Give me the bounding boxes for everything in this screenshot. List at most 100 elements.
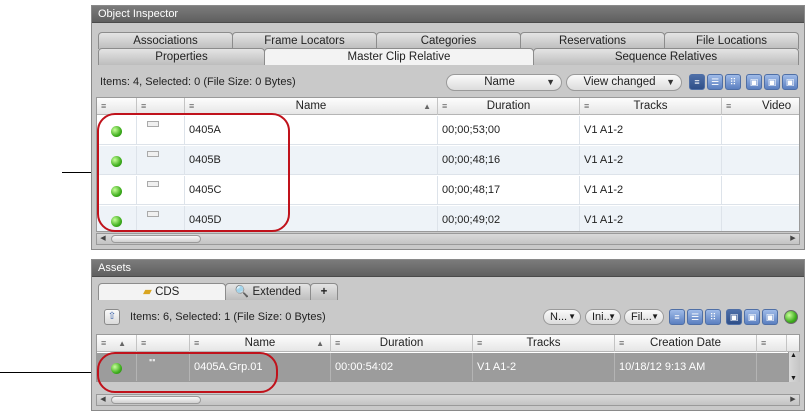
status-dot-icon — [111, 186, 122, 197]
scroll-right-icon[interactable]: ▶ — [788, 395, 798, 405]
row-name: 0405A.Grp.01 — [190, 353, 331, 381]
tab-master-clip-relative[interactable]: Master Clip Relative — [264, 48, 534, 65]
clip-icon-cell — [137, 206, 185, 231]
grid-view-icon[interactable]: ⠿ — [705, 309, 721, 325]
detail-view-icon[interactable]: ☰ — [687, 309, 703, 325]
sort-up-icon: ▲ — [118, 339, 126, 348]
status-cell — [97, 206, 137, 231]
up-arrow-icon[interactable]: ⇧ — [104, 309, 120, 325]
row-tracks: V1 A1-2 — [580, 176, 722, 204]
row-creation-date: 10/18/12 9:13 AM — [615, 353, 757, 381]
scroll-left-icon[interactable]: ◀ — [98, 234, 108, 244]
clip-icon — [147, 121, 159, 127]
tab-properties[interactable]: Properties — [98, 48, 265, 65]
row-name: 0405A — [185, 116, 438, 144]
sort-up-icon: ▲ — [423, 102, 431, 111]
list-view-icon[interactable]: ≡ — [669, 309, 685, 325]
window-view-alt-icon[interactable]: ▣ — [764, 74, 780, 90]
column-header-duration[interactable]: ≡ Duration — [438, 98, 580, 115]
assets-toolbar: ⇧ Items: 6, Selected: 1 (File Size: 0 By… — [96, 304, 800, 330]
folder-icon: ▰ — [143, 286, 152, 298]
column-menu-1[interactable]: ≡ ▲ — [97, 335, 137, 352]
column-header-duration[interactable]: ≡ Duration — [331, 335, 473, 352]
table-row[interactable]: 0405D 00;00;49;02 V1 A1-2 — [97, 206, 799, 231]
menu-icon: ≡ — [141, 338, 147, 348]
filter-dropdown-ini[interactable]: Ini... ▼ — [585, 309, 621, 325]
menu-icon: ≡ — [101, 338, 107, 348]
tab-file-locations[interactable]: File Locations — [664, 32, 799, 49]
clip-icon-cell — [137, 146, 185, 174]
column-header-tracks[interactable]: ≡ Tracks — [473, 335, 615, 352]
clip-icon — [147, 151, 159, 157]
tab-cds-label: CDS — [155, 286, 180, 298]
column-menu-extra[interactable]: ≡ — [757, 335, 787, 352]
window-view-alt-icon[interactable]: ▣ — [744, 309, 760, 325]
tab-reservations[interactable]: Reservations — [520, 32, 665, 49]
chevron-down-icon: ▼ — [651, 312, 659, 321]
clip-icon — [147, 181, 159, 187]
tab-frame-locators[interactable]: Frame Locators — [232, 32, 377, 49]
clip-icon — [147, 211, 159, 217]
row-name: 0405C — [185, 176, 438, 204]
tab-extended[interactable]: 🔍 Extended — [225, 283, 311, 300]
row-tracks: V1 A1-2 — [473, 353, 615, 381]
detail-view-icon[interactable]: ☰ — [707, 74, 723, 90]
table-row[interactable]: 0405B 00;00;48;16 V1 A1-2 — [97, 146, 799, 175]
scroll-right-icon[interactable]: ▶ — [788, 234, 798, 244]
scroll-down-icon[interactable]: ▼ — [790, 375, 797, 382]
column-header-tracks[interactable]: ≡ Tracks — [580, 98, 722, 115]
list-view-icon[interactable]: ≡ — [689, 74, 705, 90]
row-duration: 00;00;53;00 — [438, 116, 580, 144]
assets-vertical-scrollbar[interactable]: ▲ ▼ — [788, 352, 800, 382]
add-tab-button[interactable]: + — [310, 283, 338, 300]
column-menu-1[interactable]: ≡ — [97, 98, 137, 115]
window-view-small-icon[interactable]: ▣ — [782, 74, 798, 90]
grid-view-icon[interactable]: ⠿ — [725, 74, 741, 90]
scroll-up-icon[interactable]: ▲ — [790, 352, 797, 359]
row-tracks: V1 A1-2 — [580, 206, 722, 231]
group-icon-cell: ▪▪ — [137, 353, 190, 381]
column-header-creation-date[interactable]: ≡ Creation Date — [615, 335, 757, 352]
column-video-label: Video — [762, 100, 792, 112]
window-view-icon[interactable]: ▣ — [746, 74, 762, 90]
window-view-icon[interactable]: ▣ — [726, 309, 742, 325]
tab-row-front: Properties Master Clip Relative Sequence… — [98, 48, 799, 65]
status-dot-icon — [111, 363, 122, 374]
table-row[interactable]: 0405A 00;00;53;00 V1 A1-2 — [97, 116, 799, 145]
sort-dropdown[interactable]: Name ▼ — [446, 73, 562, 91]
filter-name-value: N... — [550, 311, 568, 323]
table-row[interactable]: 0405C 00;00;48;17 V1 A1-2 — [97, 176, 799, 205]
tab-categories[interactable]: Categories — [376, 32, 521, 49]
object-inspector-title: Object Inspector — [92, 6, 804, 23]
assets-table: ≡ ▲ ≡ ≡ Name ▲ ≡ Duration ≡ Tracks ≡ Crea… — [96, 334, 800, 382]
scroll-left-icon[interactable]: ◀ — [98, 395, 108, 405]
tab-associations[interactable]: Associations — [98, 32, 233, 49]
assets-table-header: ≡ ▲ ≡ ≡ Name ▲ ≡ Duration ≡ Tracks ≡ Crea… — [97, 335, 799, 352]
column-header-video[interactable]: ≡ Video — [722, 98, 799, 115]
column-menu-2[interactable]: ≡ — [137, 335, 190, 352]
filter-dropdown-name[interactable]: N... ▼ — [543, 309, 581, 325]
table-row-selected[interactable]: ▪▪ 0405A.Grp.01 00:00:54:02 V1 A1-2 10/1… — [97, 353, 799, 381]
tab-sequence-relatives[interactable]: Sequence Relatives — [533, 48, 799, 65]
menu-icon: ≡ — [141, 101, 147, 111]
assets-horizontal-scrollbar[interactable]: ◀ ▶ — [96, 394, 800, 406]
inspector-horizontal-scrollbar[interactable]: ◀ ▶ — [96, 233, 800, 245]
view-dropdown[interactable]: View changed ▼ — [566, 73, 682, 91]
column-name-label: Name — [244, 337, 276, 349]
filter-dropdown-file[interactable]: Fil... ▼ — [624, 309, 664, 325]
status-indicator-icon[interactable] — [784, 310, 798, 324]
window-view-small-icon[interactable]: ▣ — [762, 309, 778, 325]
tab-cds[interactable]: ▰ CDS — [98, 283, 226, 300]
callout-line-top — [62, 172, 94, 173]
status-dot-icon — [111, 216, 122, 227]
status-cell — [97, 176, 137, 204]
clip-icon-cell — [137, 116, 185, 144]
status-cell — [97, 146, 137, 174]
row-name: 0405D — [185, 206, 438, 231]
scroll-thumb[interactable] — [111, 235, 201, 243]
scroll-thumb[interactable] — [111, 396, 201, 404]
column-tracks-label: Tracks — [526, 337, 561, 349]
column-header-name[interactable]: ≡ Name ▲ — [185, 98, 438, 115]
column-menu-2[interactable]: ≡ — [137, 98, 185, 115]
column-header-name[interactable]: ≡ Name ▲ — [190, 335, 331, 352]
